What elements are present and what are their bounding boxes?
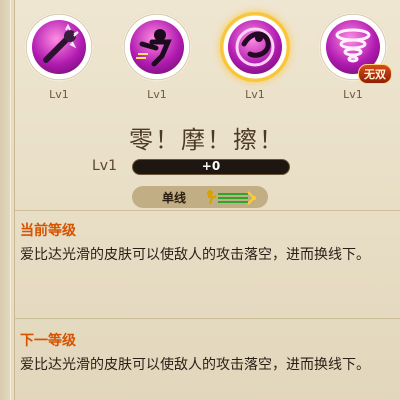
current-level-title: 当前等级 [20, 223, 76, 239]
kick-icon [130, 20, 184, 74]
skill-title: 零！摩！擦！ [129, 126, 285, 154]
wushuang-badge: 无双 [358, 64, 392, 84]
skill-level-label: Lv1 [245, 88, 265, 101]
next-level-title: 下一等级 [20, 333, 76, 349]
single-line-tag: 单线 [132, 186, 268, 208]
current-level-description: 爱比达光滑的皮肤可以使敌人的攻击落空，进而换线下。 [20, 247, 370, 263]
skill-slot-2[interactable]: Lv1 [116, 8, 198, 108]
skill-level-label: Lv1 [147, 88, 167, 101]
panel-left-border [0, 0, 15, 400]
skill-level-label: Lv1 [343, 88, 363, 101]
skill-level-current: Lv1 [92, 158, 117, 174]
skill-slot-3-selected[interactable]: Lv1 [214, 8, 296, 108]
single-line-label: 单线 [162, 191, 187, 205]
next-level-description: 爱比达光滑的皮肤可以使敌人的攻击落空，进而换线下。 [20, 357, 370, 373]
section-divider [14, 210, 400, 211]
experience-progress-bar: +0 [132, 159, 290, 175]
single-line-icon [202, 188, 258, 210]
skill-slot-1[interactable]: Lv1 [18, 8, 100, 108]
section-divider [14, 318, 400, 319]
skill-slot-4[interactable]: 无双 Lv1 [312, 8, 394, 108]
spin-strike-icon [228, 20, 282, 74]
spiked-club-icon [32, 20, 86, 74]
skill-level-label: Lv1 [49, 88, 69, 101]
skill-selector-row: Lv1 Lv1 Lv1 无双 Lv1 [18, 8, 398, 108]
experience-progress-text: +0 [201, 159, 221, 173]
